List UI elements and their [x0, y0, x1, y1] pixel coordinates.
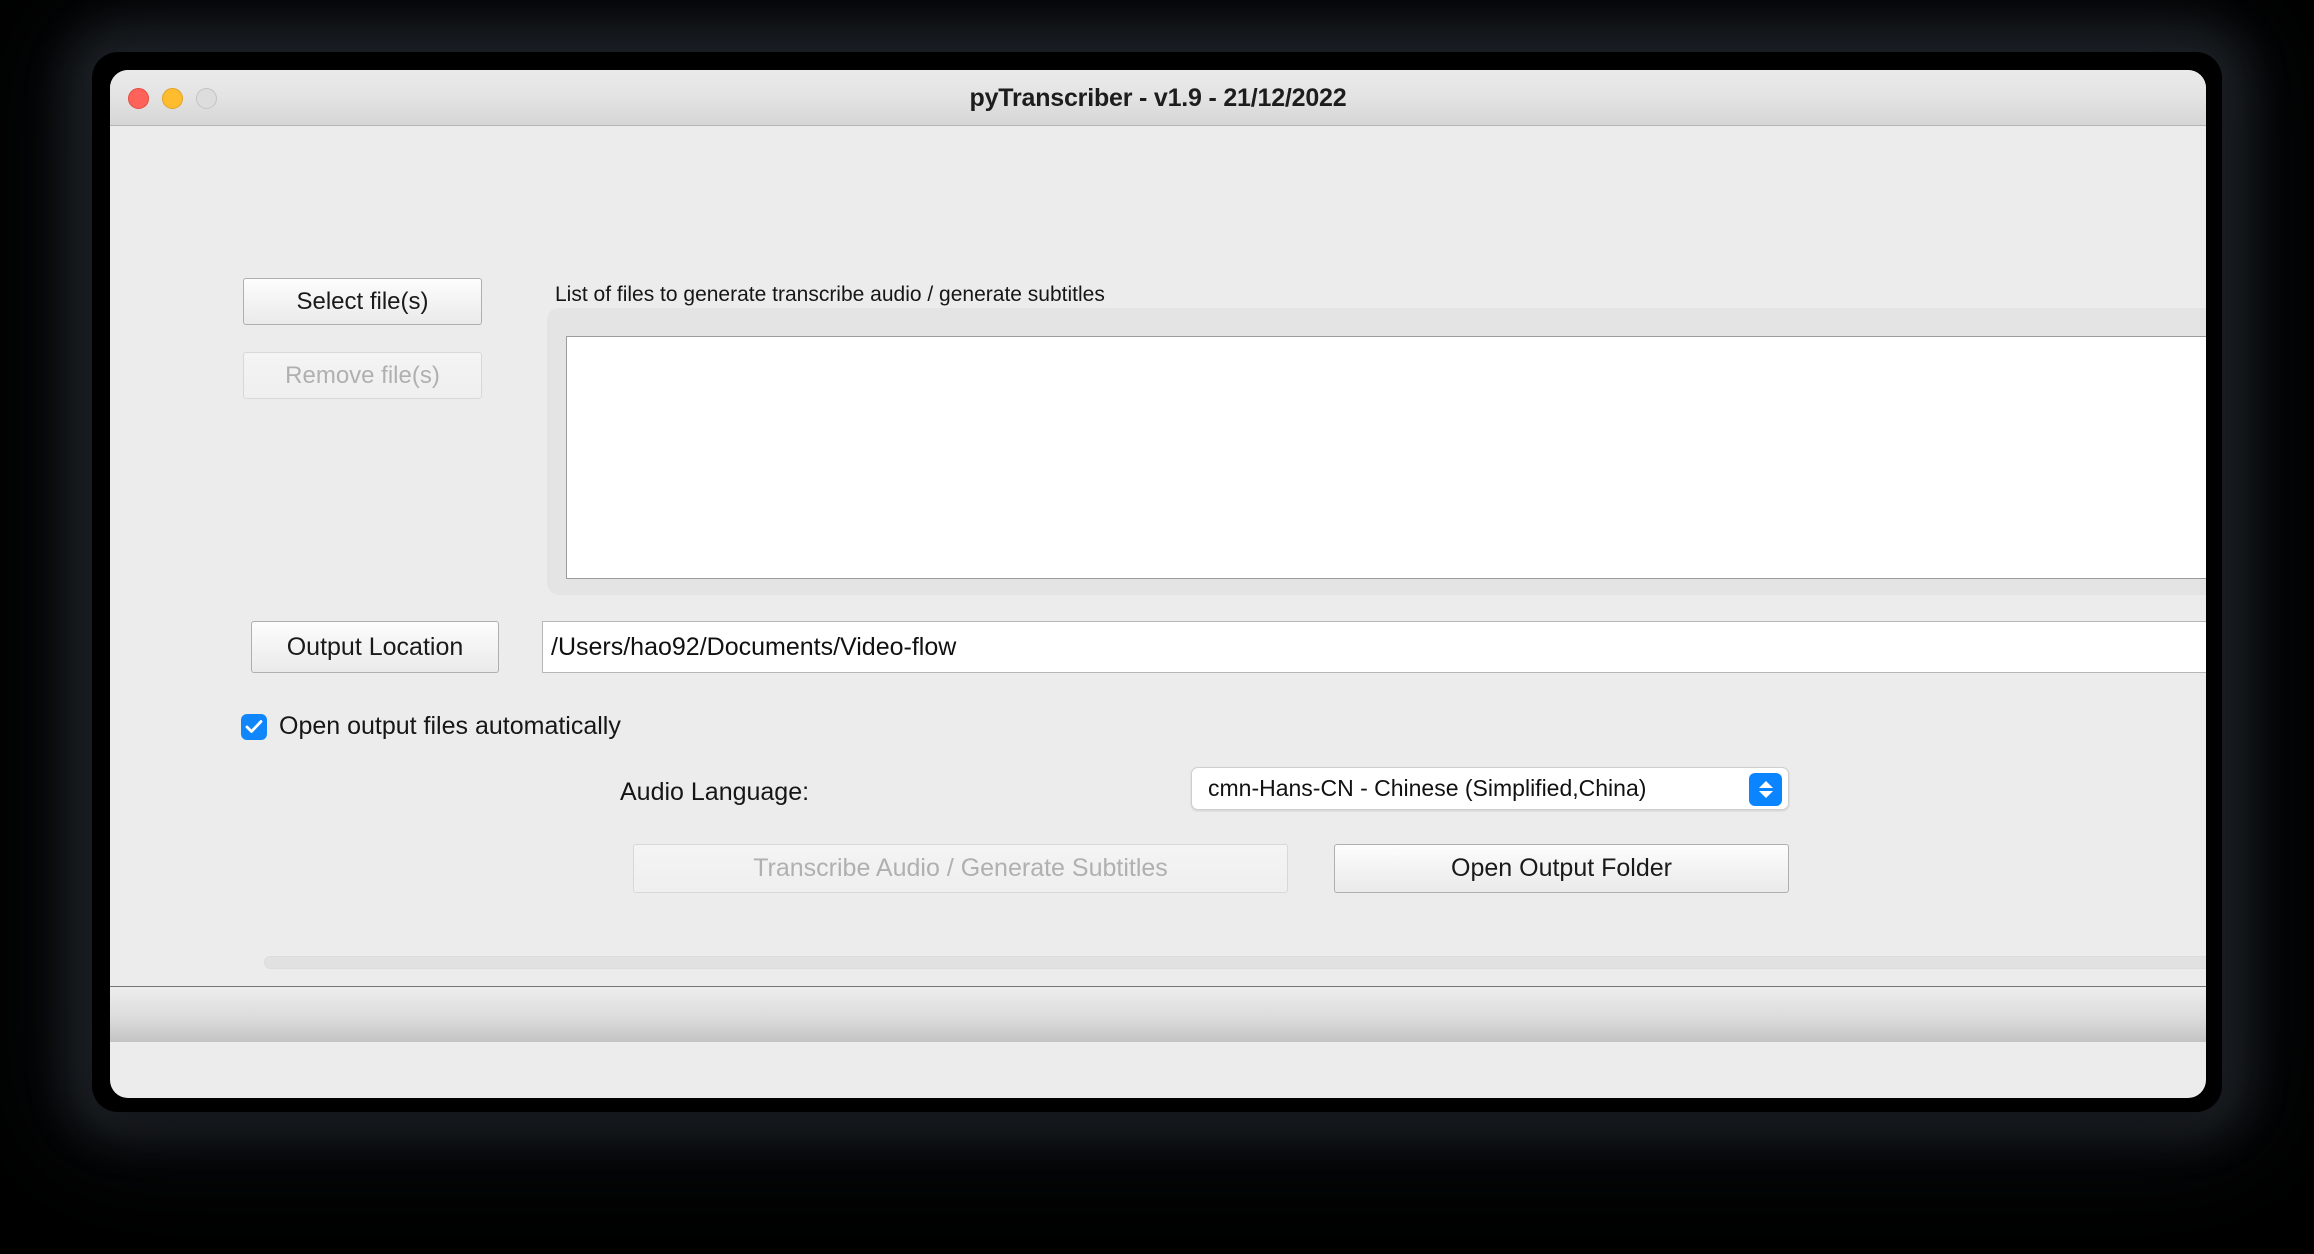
chevron-up-glyph — [1758, 781, 1773, 788]
application-window: pyTranscriber - v1.9 - 21/12/2022 Select… — [110, 70, 2206, 1098]
audio-language-label: Audio Language: — [620, 778, 810, 806]
transcribe-audio-button[interactable]: Transcribe Audio / Generate Subtitles — [633, 844, 1288, 893]
file-list-label: List of files to generate transcribe aud… — [555, 283, 1105, 306]
checkbox-checked-icon[interactable] — [241, 713, 267, 740]
progress-bar — [264, 956, 2206, 969]
window-titlebar: pyTranscriber - v1.9 - 21/12/2022 — [110, 70, 2206, 126]
output-location-input[interactable]: /Users/hao92/Documents/Video-flow — [542, 621, 2206, 673]
open-output-folder-button[interactable]: Open Output Folder — [1334, 844, 1789, 893]
audio-language-selected-value: cmn-Hans-CN - Chinese (Simplified,China) — [1208, 775, 1647, 801]
window-title: pyTranscriber - v1.9 - 21/12/2022 — [969, 84, 1347, 112]
window-statusbar — [110, 986, 2206, 1042]
window-content: Select file(s) Remove file(s) List of fi… — [110, 126, 2206, 1042]
chevron-down-glyph — [1758, 791, 1773, 798]
file-list-group-box — [547, 308, 2206, 595]
open-output-checkbox-label: Open output files automatically — [279, 712, 621, 740]
chevron-up-down-icon[interactable] — [1749, 773, 1782, 806]
audio-language-select[interactable]: cmn-Hans-CN - Chinese (Simplified,China) — [1191, 767, 1789, 810]
open-output-checkbox-row[interactable]: Open output files automatically — [241, 712, 621, 741]
desktop-background: pyTranscriber - v1.9 - 21/12/2022 Select… — [0, 0, 2314, 1254]
select-files-button[interactable]: Select file(s) — [243, 278, 482, 325]
output-location-button[interactable]: Output Location — [251, 621, 499, 673]
remove-files-button[interactable]: Remove file(s) — [243, 352, 482, 399]
file-list[interactable] — [566, 336, 2206, 579]
